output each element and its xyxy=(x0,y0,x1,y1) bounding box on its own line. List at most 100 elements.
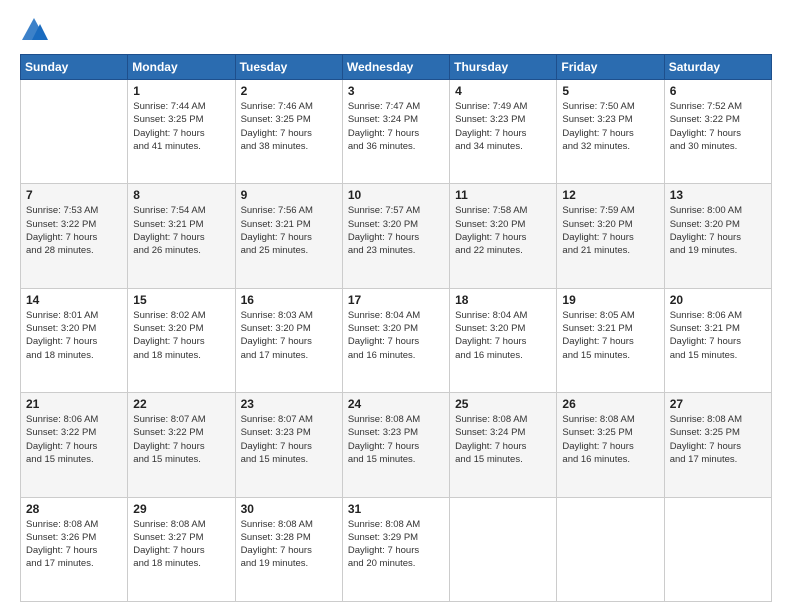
calendar-cell: 11 Sunrise: 7:58 AMSunset: 3:20 PMDayligh… xyxy=(450,184,557,288)
day-info: Sunrise: 8:01 AMSunset: 3:20 PMDaylight:… xyxy=(26,309,122,362)
day-number: 15 xyxy=(133,293,229,307)
day-number: 19 xyxy=(562,293,658,307)
day-number: 11 xyxy=(455,188,551,202)
calendar-cell xyxy=(450,497,557,601)
day-info: Sunrise: 8:08 AMSunset: 3:25 PMDaylight:… xyxy=(562,413,658,466)
day-number: 8 xyxy=(133,188,229,202)
day-info: Sunrise: 7:52 AMSunset: 3:22 PMDaylight:… xyxy=(670,100,766,153)
calendar-table: SundayMondayTuesdayWednesdayThursdayFrid… xyxy=(20,54,772,602)
day-info: Sunrise: 7:50 AMSunset: 3:23 PMDaylight:… xyxy=(562,100,658,153)
calendar-cell: 30 Sunrise: 8:08 AMSunset: 3:28 PMDayligh… xyxy=(235,497,342,601)
calendar-cell: 21 Sunrise: 8:06 AMSunset: 3:22 PMDayligh… xyxy=(21,393,128,497)
calendar-cell: 23 Sunrise: 8:07 AMSunset: 3:23 PMDayligh… xyxy=(235,393,342,497)
calendar-cell: 31Sunrise: 8:08 AMSunset: 3:29 PMDayligh… xyxy=(342,497,449,601)
day-number: 22 xyxy=(133,397,229,411)
day-info: Sunrise: 8:06 AMSunset: 3:22 PMDaylight:… xyxy=(26,413,122,466)
day-number: 31 xyxy=(348,502,444,516)
day-info: Sunrise: 7:47 AMSunset: 3:24 PMDaylight:… xyxy=(348,100,444,153)
calendar-cell: 15 Sunrise: 8:02 AMSunset: 3:20 PMDayligh… xyxy=(128,288,235,392)
day-info: Sunrise: 8:08 AMSunset: 3:24 PMDaylight:… xyxy=(455,413,551,466)
calendar-cell: 5 Sunrise: 7:50 AMSunset: 3:23 PMDaylight… xyxy=(557,80,664,184)
day-number: 5 xyxy=(562,84,658,98)
day-info: Sunrise: 8:08 AMSunset: 3:25 PMDaylight:… xyxy=(670,413,766,466)
day-number: 29 xyxy=(133,502,229,516)
calendar-cell: 26 Sunrise: 8:08 AMSunset: 3:25 PMDayligh… xyxy=(557,393,664,497)
day-number: 1 xyxy=(133,84,229,98)
weekday-header-tuesday: Tuesday xyxy=(235,55,342,80)
weekday-header-sunday: Sunday xyxy=(21,55,128,80)
day-number: 25 xyxy=(455,397,551,411)
calendar-cell: 14 Sunrise: 8:01 AMSunset: 3:20 PMDayligh… xyxy=(21,288,128,392)
day-number: 20 xyxy=(670,293,766,307)
day-info: Sunrise: 8:07 AMSunset: 3:23 PMDaylight:… xyxy=(241,413,337,466)
calendar-cell: 12 Sunrise: 7:59 AMSunset: 3:20 PMDayligh… xyxy=(557,184,664,288)
calendar-cell: 6 Sunrise: 7:52 AMSunset: 3:22 PMDaylight… xyxy=(664,80,771,184)
calendar-cell xyxy=(557,497,664,601)
day-number: 21 xyxy=(26,397,122,411)
calendar-cell: 2 Sunrise: 7:46 AMSunset: 3:25 PMDaylight… xyxy=(235,80,342,184)
day-info: Sunrise: 7:57 AMSunset: 3:20 PMDaylight:… xyxy=(348,204,444,257)
day-number: 23 xyxy=(241,397,337,411)
calendar-cell: 9 Sunrise: 7:56 AMSunset: 3:21 PMDaylight… xyxy=(235,184,342,288)
day-number: 26 xyxy=(562,397,658,411)
calendar-cell: 16 Sunrise: 8:03 AMSunset: 3:20 PMDayligh… xyxy=(235,288,342,392)
day-number: 24 xyxy=(348,397,444,411)
calendar-cell: 4 Sunrise: 7:49 AMSunset: 3:23 PMDaylight… xyxy=(450,80,557,184)
day-info: Sunrise: 7:59 AMSunset: 3:20 PMDaylight:… xyxy=(562,204,658,257)
day-number: 7 xyxy=(26,188,122,202)
calendar-cell xyxy=(21,80,128,184)
day-info: Sunrise: 8:03 AMSunset: 3:20 PMDaylight:… xyxy=(241,309,337,362)
calendar-cell xyxy=(664,497,771,601)
day-number: 14 xyxy=(26,293,122,307)
day-number: 10 xyxy=(348,188,444,202)
calendar-cell: 1 Sunrise: 7:44 AMSunset: 3:25 PMDaylight… xyxy=(128,80,235,184)
day-number: 4 xyxy=(455,84,551,98)
calendar-week-5: 28Sunrise: 8:08 AMSunset: 3:26 PMDayligh… xyxy=(21,497,772,601)
weekday-header-saturday: Saturday xyxy=(664,55,771,80)
calendar-cell: 7 Sunrise: 7:53 AMSunset: 3:22 PMDaylight… xyxy=(21,184,128,288)
day-number: 17 xyxy=(348,293,444,307)
day-info: Sunrise: 8:08 AMSunset: 3:23 PMDaylight:… xyxy=(348,413,444,466)
calendar-cell: 8 Sunrise: 7:54 AMSunset: 3:21 PMDaylight… xyxy=(128,184,235,288)
day-number: 12 xyxy=(562,188,658,202)
calendar-cell: 3Sunrise: 7:47 AMSunset: 3:24 PMDaylight… xyxy=(342,80,449,184)
day-info: Sunrise: 7:46 AMSunset: 3:25 PMDaylight:… xyxy=(241,100,337,153)
weekday-header-row: SundayMondayTuesdayWednesdayThursdayFrid… xyxy=(21,55,772,80)
calendar-cell: 17Sunrise: 8:04 AMSunset: 3:20 PMDayligh… xyxy=(342,288,449,392)
day-info: Sunrise: 8:08 AMSunset: 3:26 PMDaylight:… xyxy=(26,518,122,571)
day-info: Sunrise: 8:00 AMSunset: 3:20 PMDaylight:… xyxy=(670,204,766,257)
day-number: 6 xyxy=(670,84,766,98)
calendar-cell: 24 Sunrise: 8:08 AMSunset: 3:23 PMDayligh… xyxy=(342,393,449,497)
calendar-cell: 28Sunrise: 8:08 AMSunset: 3:26 PMDayligh… xyxy=(21,497,128,601)
day-info: Sunrise: 7:58 AMSunset: 3:20 PMDaylight:… xyxy=(455,204,551,257)
logo xyxy=(20,16,52,44)
day-info: Sunrise: 7:44 AMSunset: 3:25 PMDaylight:… xyxy=(133,100,229,153)
day-number: 13 xyxy=(670,188,766,202)
weekday-header-monday: Monday xyxy=(128,55,235,80)
calendar-cell: 18Sunrise: 8:04 AMSunset: 3:20 PMDayligh… xyxy=(450,288,557,392)
day-info: Sunrise: 7:54 AMSunset: 3:21 PMDaylight:… xyxy=(133,204,229,257)
calendar-cell: 25 Sunrise: 8:08 AMSunset: 3:24 PMDayligh… xyxy=(450,393,557,497)
calendar-cell: 10 Sunrise: 7:57 AMSunset: 3:20 PMDayligh… xyxy=(342,184,449,288)
calendar-cell: 27Sunrise: 8:08 AMSunset: 3:25 PMDayligh… xyxy=(664,393,771,497)
day-info: Sunrise: 8:08 AMSunset: 3:27 PMDaylight:… xyxy=(133,518,229,571)
page: SundayMondayTuesdayWednesdayThursdayFrid… xyxy=(0,0,792,612)
calendar-week-3: 14 Sunrise: 8:01 AMSunset: 3:20 PMDayligh… xyxy=(21,288,772,392)
day-number: 16 xyxy=(241,293,337,307)
calendar-week-4: 21 Sunrise: 8:06 AMSunset: 3:22 PMDayligh… xyxy=(21,393,772,497)
calendar-week-1: 1 Sunrise: 7:44 AMSunset: 3:25 PMDaylight… xyxy=(21,80,772,184)
day-info: Sunrise: 8:08 AMSunset: 3:28 PMDaylight:… xyxy=(241,518,337,571)
day-info: Sunrise: 8:02 AMSunset: 3:20 PMDaylight:… xyxy=(133,309,229,362)
day-info: Sunrise: 7:56 AMSunset: 3:21 PMDaylight:… xyxy=(241,204,337,257)
day-number: 9 xyxy=(241,188,337,202)
day-number: 30 xyxy=(241,502,337,516)
day-number: 2 xyxy=(241,84,337,98)
calendar-week-2: 7 Sunrise: 7:53 AMSunset: 3:22 PMDaylight… xyxy=(21,184,772,288)
day-info: Sunrise: 7:53 AMSunset: 3:22 PMDaylight:… xyxy=(26,204,122,257)
calendar-cell: 13 Sunrise: 8:00 AMSunset: 3:20 PMDayligh… xyxy=(664,184,771,288)
weekday-header-friday: Friday xyxy=(557,55,664,80)
day-info: Sunrise: 7:49 AMSunset: 3:23 PMDaylight:… xyxy=(455,100,551,153)
logo-icon xyxy=(20,16,48,44)
day-info: Sunrise: 8:05 AMSunset: 3:21 PMDaylight:… xyxy=(562,309,658,362)
day-number: 18 xyxy=(455,293,551,307)
